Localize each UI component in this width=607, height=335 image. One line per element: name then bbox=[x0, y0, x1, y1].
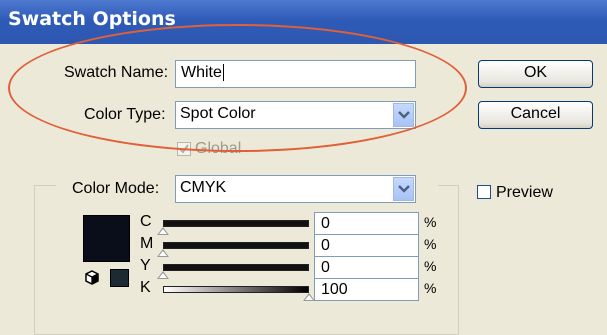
channel-slider-track[interactable] bbox=[163, 242, 309, 249]
channel-value-input[interactable]: 0 bbox=[314, 234, 419, 257]
channel-unit: % bbox=[424, 236, 437, 252]
channel-slider-thumb[interactable] bbox=[157, 249, 169, 257]
channel-slider-track[interactable] bbox=[163, 264, 309, 271]
color-type-label: Color Type: bbox=[84, 106, 166, 123]
color-swatch bbox=[83, 215, 130, 262]
channel-value-input[interactable]: 0 bbox=[314, 212, 419, 235]
preview-checkbox[interactable] bbox=[477, 185, 491, 199]
channel-slider-thumb[interactable] bbox=[157, 227, 169, 235]
channel-letter: M bbox=[140, 235, 154, 252]
channel-value-input[interactable]: 100 bbox=[314, 278, 419, 301]
swatch-name-value: White bbox=[181, 64, 222, 81]
color-mode-value: CMYK bbox=[180, 179, 227, 196]
channel-unit: % bbox=[424, 258, 437, 274]
color-mode-dropdown-button[interactable] bbox=[393, 177, 414, 201]
cancel-button[interactable]: Cancel bbox=[478, 101, 593, 129]
channel-letter: Y bbox=[140, 257, 151, 274]
channel-slider-track[interactable] bbox=[163, 286, 309, 293]
preview-label: Preview bbox=[496, 184, 553, 201]
chevron-down-icon bbox=[398, 111, 410, 119]
swatch-name-input[interactable]: White bbox=[175, 60, 416, 88]
channel-value: 0 bbox=[321, 259, 330, 276]
channel-value: 100 bbox=[321, 281, 348, 298]
chevron-down-icon bbox=[398, 185, 410, 193]
channel-letter: C bbox=[140, 213, 152, 230]
global-checkbox[interactable] bbox=[177, 142, 191, 156]
channel-value-input[interactable]: 0 bbox=[314, 256, 419, 279]
ok-button[interactable]: OK bbox=[478, 60, 593, 88]
gamut-cube-icon[interactable] bbox=[84, 270, 100, 286]
color-type-select[interactable]: Spot Color bbox=[175, 101, 416, 129]
gamut-swatch[interactable] bbox=[110, 269, 129, 287]
title-bar: Swatch Options bbox=[0, 0, 607, 44]
channel-slider-thumb[interactable] bbox=[157, 271, 169, 279]
global-label: Global bbox=[195, 140, 242, 157]
channel-unit: % bbox=[424, 214, 437, 230]
channel-value: 0 bbox=[321, 215, 330, 232]
checkmark-icon bbox=[179, 144, 189, 154]
dialog-title: Swatch Options bbox=[8, 8, 176, 30]
color-type-value: Spot Color bbox=[180, 105, 256, 122]
color-mode-select[interactable]: CMYK bbox=[175, 175, 416, 203]
channel-slider-track[interactable] bbox=[163, 220, 309, 227]
color-mode-label: Color Mode: bbox=[72, 180, 160, 197]
color-type-dropdown-button[interactable] bbox=[393, 103, 414, 127]
channel-letter: K bbox=[140, 279, 151, 296]
channel-unit: % bbox=[424, 280, 437, 296]
swatch-name-label: Swatch Name: bbox=[64, 64, 169, 81]
channel-value: 0 bbox=[321, 237, 330, 254]
